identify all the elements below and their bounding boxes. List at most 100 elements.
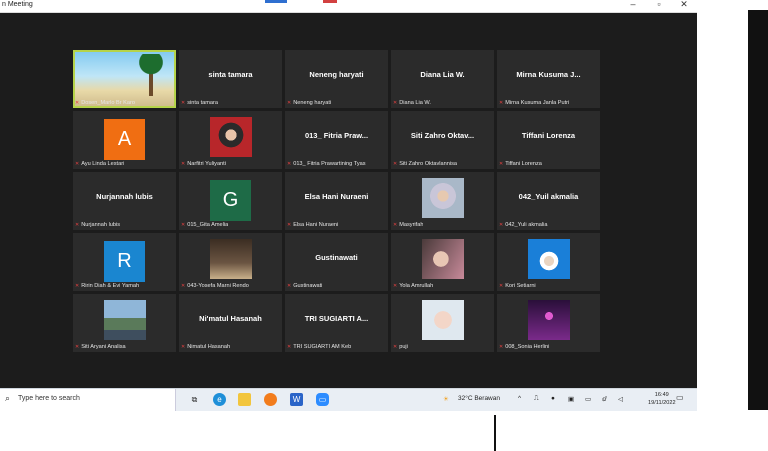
muted-mic-icon: ✕ [499, 283, 504, 289]
participant-display-name: 042_Yuil akmalia [518, 192, 579, 201]
clock-date: 19/11/2022 [648, 400, 676, 406]
notifications-icon[interactable]: ▭ [676, 393, 684, 402]
windows-taskbar: ⌕ Type here to search ⧉ e W ▭ ☀ 32°C Ber… [0, 388, 697, 411]
chevron-up-icon[interactable]: ^ [518, 395, 521, 402]
taskbar-thumbnail-strip [265, 0, 287, 3]
muted-mic-icon: ✕ [75, 283, 80, 289]
participant-tile[interactable]: ✕ 043-Yosefa Marni Rendo [179, 233, 282, 291]
second-window-footer [748, 410, 768, 427]
taskbar-search-box[interactable]: ⌕ Type here to search [0, 389, 176, 411]
participant-name-text: Ririn Diah & Evi Yamah [81, 283, 140, 289]
participant-name-text: sinta tamara [187, 100, 218, 106]
participant-name-label: ✕ Siti Zahro Oktavlannisa [393, 161, 457, 167]
participant-tile[interactable]: 013_ Fitria Praw... ✕ 013_ Fitria Prawarti… [285, 111, 388, 169]
participant-tile[interactable]: Elsa Hani Nuraeni ✕ Elsa Hani Nuraeni [285, 172, 388, 230]
participant-tile[interactable]: Diana Lia W. ✕ Diana Lia W. [391, 50, 494, 108]
participant-tile[interactable]: Tiffani Lorenza ✕ Tiffani Lorenza [497, 111, 600, 169]
word-icon[interactable]: W [290, 393, 303, 406]
participant-tile[interactable]: R ✕ Ririn Diah & Evi Yamah [73, 233, 176, 291]
muted-mic-icon: ✕ [393, 100, 398, 106]
close-button[interactable]: ✕ [677, 0, 691, 10]
file-explorer-icon[interactable] [238, 393, 251, 406]
participant-name-label: ✕ Diana Lia W. [393, 100, 431, 106]
participant-name-text: 013_ Fitria Prawartining Tyas [293, 161, 366, 167]
muted-mic-icon: ✕ [499, 344, 504, 350]
participant-display-name: TRI SUGIARTI A... [304, 314, 369, 323]
participant-tile[interactable]: A ✕ Ayu Linda Lestari [73, 111, 176, 169]
taskbar-thumbnail-strip-red [323, 0, 337, 3]
weather-text[interactable]: 32°C Berawan [458, 395, 500, 402]
maximize-button[interactable]: ▫ [652, 0, 666, 9]
muted-mic-icon: ✕ [393, 222, 398, 228]
muted-mic-icon: ✕ [393, 283, 398, 289]
muted-mic-icon: ✕ [499, 161, 504, 167]
participant-name-label: ✕ Yola Amrullah [393, 283, 433, 289]
taskbar-clock[interactable]: 16:49 19/11/2022 [648, 391, 676, 407]
firefox-icon[interactable] [264, 393, 277, 406]
participant-photo [422, 178, 464, 218]
avatar-letter: A [104, 119, 145, 160]
participant-tile[interactable]: ✕ puji [391, 294, 494, 352]
edge-browser-icon[interactable]: e [213, 393, 226, 406]
participant-photo [422, 239, 464, 279]
participant-name-label: ✕ 015_Gita Amelia [181, 222, 228, 228]
participant-tile[interactable]: Nurjannah lubis ✕ Nurjannah lubis [73, 172, 176, 230]
participant-name-label: ✕ 043-Yosefa Marni Rendo [181, 283, 249, 289]
participant-display-name: Siti Zahro Oktav... [410, 131, 475, 140]
participant-name-label: ✕ TRI SUGIARTI AM Keb [287, 344, 351, 350]
microphone-icon[interactable]: ● [551, 395, 555, 402]
participant-tile[interactable]: Ni'matul Hasanah ✕ Nimatul Hasanah [179, 294, 282, 352]
participant-name-label: ✕ 008_Sonia Herlini [499, 344, 549, 350]
participant-tile[interactable]: ✕ 008_Sonia Herlini [497, 294, 600, 352]
participant-name-text: Yola Amrullah [399, 283, 434, 289]
participant-tile[interactable]: Neneng haryati ✕ Neneng haryati [285, 50, 388, 108]
battery-icon[interactable]: ▭ [585, 395, 591, 403]
title-bar: n Meeting – ▫ ✕ [0, 0, 697, 13]
participant-tile[interactable]: Siti Zahro Oktav... ✕ Siti Zahro Oktavlann… [391, 111, 494, 169]
participant-name-text: Dosen_Marlo Br Karo [81, 100, 135, 106]
volume-icon[interactable]: ◁ [618, 395, 623, 403]
participant-tile[interactable]: Mirna Kusuma J... ✕ Mirna Kusuma Janla Put… [497, 50, 600, 108]
participant-display-name: Diana Lia W. [420, 70, 465, 79]
participant-name-label: ✕ Narfitri Yuliyanti [181, 161, 226, 167]
participant-name-label: ✕ Masyrifah [393, 222, 423, 228]
muted-mic-icon: ✕ [287, 161, 292, 167]
participant-name-label: ✕ Siti Aryani Analisa [75, 344, 126, 350]
participant-name-text: 043-Yosefa Marni Rendo [187, 283, 249, 289]
participant-name-label: ✕ Tiffani Lorenza [499, 161, 542, 167]
participant-tile[interactable]: ✕ Yola Amrullah [391, 233, 494, 291]
muted-mic-icon: ✕ [499, 100, 504, 106]
participant-photo [422, 300, 464, 340]
muted-mic-icon: ✕ [181, 222, 186, 228]
participant-tile[interactable]: sinta tamara ✕ sinta tamara [179, 50, 282, 108]
network-icon[interactable]: ⎍ [534, 395, 539, 403]
weather-icon: ☀ [443, 396, 449, 403]
participant-name-text: Masyrifah [399, 222, 424, 228]
zoom-app-icon[interactable]: ▭ [316, 393, 329, 406]
participant-tile[interactable]: TRI SUGIARTI A... ✕ TRI SUGIARTI AM Keb [285, 294, 388, 352]
participant-name-text: puji [399, 344, 408, 350]
minimize-button[interactable]: – [626, 0, 640, 9]
muted-mic-icon: ✕ [75, 100, 80, 106]
participant-tile[interactable]: ✕ Dosen_Marlo Br Karo [73, 50, 176, 108]
window-title: n Meeting [2, 1, 33, 8]
participant-display-name: Elsa Hani Nuraeni [304, 192, 369, 201]
participant-display-name: Mirna Kusuma J... [516, 70, 581, 79]
participant-name-label: ✕ Dosen_Marlo Br Karo [75, 100, 135, 106]
second-window-edge [748, 0, 768, 427]
participant-tile[interactable]: Gustinawati ✕ Gustinawati [285, 233, 388, 291]
language-icon[interactable]: ⅆ [602, 395, 607, 403]
display-icon[interactable]: ▣ [568, 395, 574, 403]
beach-video-image [133, 54, 169, 96]
muted-mic-icon: ✕ [393, 344, 398, 350]
participant-tile[interactable]: ✕ Siti Aryani Analisa [73, 294, 176, 352]
participant-tile[interactable]: ✕ Narfitri Yuliyanti [179, 111, 282, 169]
participant-tile[interactable]: 042_Yuil akmalia ✕ 042_Yuli akmalia [497, 172, 600, 230]
participant-tile[interactable]: G ✕ 015_Gita Amelia [179, 172, 282, 230]
participant-name-text: Gustinawati [293, 283, 323, 289]
participant-name-label: ✕ Nurjannah lubis [75, 222, 120, 228]
clock-time: 16:49 [654, 392, 669, 398]
participant-tile[interactable]: ✕ Masyrifah [391, 172, 494, 230]
participant-tile[interactable]: ✕ Kori Setiarni [497, 233, 600, 291]
task-view-icon[interactable]: ⧉ [188, 393, 201, 406]
